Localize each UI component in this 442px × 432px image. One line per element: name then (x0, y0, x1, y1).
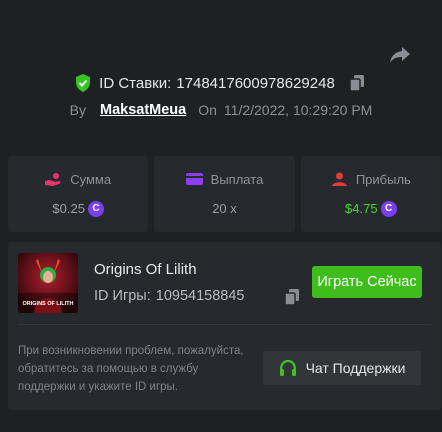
amount-label: Сумма (70, 171, 112, 187)
on-label: On (198, 102, 217, 118)
copy-bet-id-button[interactable] (349, 74, 367, 92)
bet-id-row: ID Ставки: 1748417600978629248 (0, 74, 442, 92)
game-thumbnail[interactable]: ORIGINS OF LILITH (18, 253, 78, 313)
wallet-icon (185, 172, 203, 187)
copy-icon (284, 289, 299, 306)
share-icon (390, 47, 410, 63)
game-title: Origins Of Lilith (94, 261, 197, 278)
bet-id-value: 1748417600978629248 (176, 74, 335, 92)
bet-id-label: ID Ставки: (99, 74, 172, 92)
stat-payout: Выплата 20 x (154, 156, 295, 232)
stats-row: Сумма $0.25 C Выплата 20 x Прибыль $4.75… (8, 156, 441, 232)
support-help-text: При возникновении проблем, пожалуйста, о… (18, 345, 244, 393)
copy-game-id-button[interactable] (284, 288, 302, 306)
hand-coins-icon (45, 172, 62, 187)
bet-date: 11/2/2022, 10:29:20 PM (223, 102, 373, 118)
user-profit-icon (331, 172, 348, 187)
game-card: ORIGINS OF LILITH Origins Of Lilith ID И… (8, 242, 441, 410)
game-id-value: 10954158845 (155, 288, 245, 304)
game-id-label: ID Игры: (94, 288, 151, 304)
payout-value: 20 x (212, 201, 237, 216)
support-chat-label: Чат Поддержки (305, 360, 406, 376)
share-button[interactable] (386, 42, 414, 68)
thumbnail-title: ORIGINS OF LILITH (22, 301, 73, 307)
copy-icon (349, 75, 364, 92)
divider (18, 324, 431, 325)
coin-icon: C (87, 200, 104, 217)
amount-value: $0.25 (52, 201, 85, 216)
stat-amount: Сумма $0.25 C (8, 156, 149, 232)
coin-icon: C (380, 200, 397, 217)
headphones-icon (279, 359, 297, 377)
game-id-row: ID Игры: 10954158845 (94, 288, 299, 306)
username-link[interactable]: MaksatMeua (100, 102, 186, 118)
shield-check-icon (75, 74, 91, 92)
stat-profit: Прибыль $4.75 C (300, 156, 441, 232)
payout-label: Выплата (210, 172, 264, 187)
profit-label: Прибыль (355, 171, 411, 187)
by-label: By (69, 102, 86, 118)
support-chat-button[interactable]: Чат Поддержки (263, 351, 421, 385)
by-row: By MaksatMeua On 11/2/2022, 10:29:20 PM (0, 102, 442, 118)
profit-value: $4.75 (345, 201, 378, 216)
play-now-button[interactable]: Играть Сейчас (312, 266, 422, 298)
